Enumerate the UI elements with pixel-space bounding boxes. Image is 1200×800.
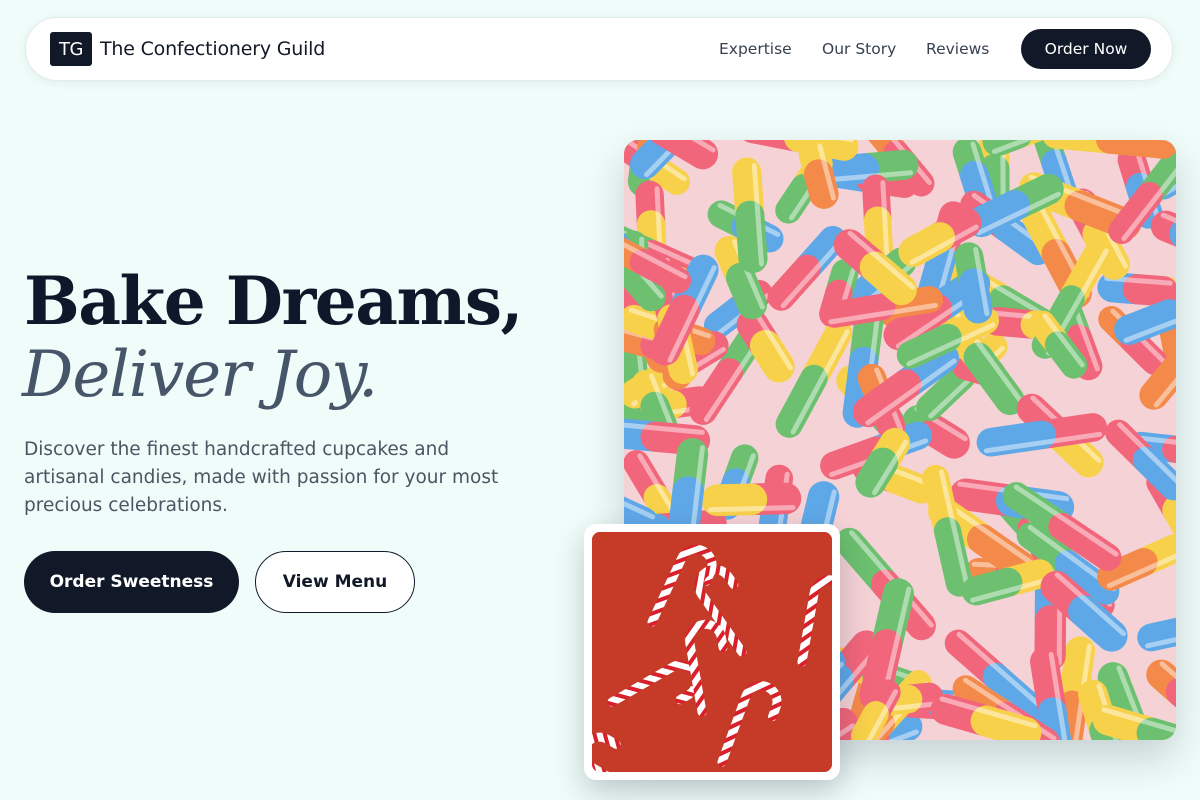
hero-subtitle: Discover the finest handcrafted cupcakes… xyxy=(24,439,499,516)
order-now-button[interactable]: Order Now xyxy=(1021,29,1151,69)
gummy-worm xyxy=(701,482,802,517)
brand-name[interactable]: The Confectionery Guild xyxy=(100,38,325,60)
gummy-worm xyxy=(1137,610,1176,652)
hero-headline-accent: Deliver Joy. xyxy=(22,338,378,412)
nav-link-expertise[interactable]: Expertise xyxy=(719,40,792,58)
candy-canes-card xyxy=(584,524,840,780)
candy-canes-image xyxy=(592,532,832,772)
hero-headline: Bake Dreams, xyxy=(24,262,523,340)
top-navbar: TG The Confectionery Guild Expertise Our… xyxy=(25,17,1173,81)
logo-mark[interactable]: TG xyxy=(50,32,92,66)
nav-link-reviews[interactable]: Reviews xyxy=(926,40,989,58)
nav-link-our-story[interactable]: Our Story xyxy=(822,40,896,58)
gummy-worm xyxy=(1105,419,1176,501)
view-menu-button[interactable]: View Menu xyxy=(255,551,415,613)
order-sweetness-button[interactable]: Order Sweetness xyxy=(24,551,239,613)
